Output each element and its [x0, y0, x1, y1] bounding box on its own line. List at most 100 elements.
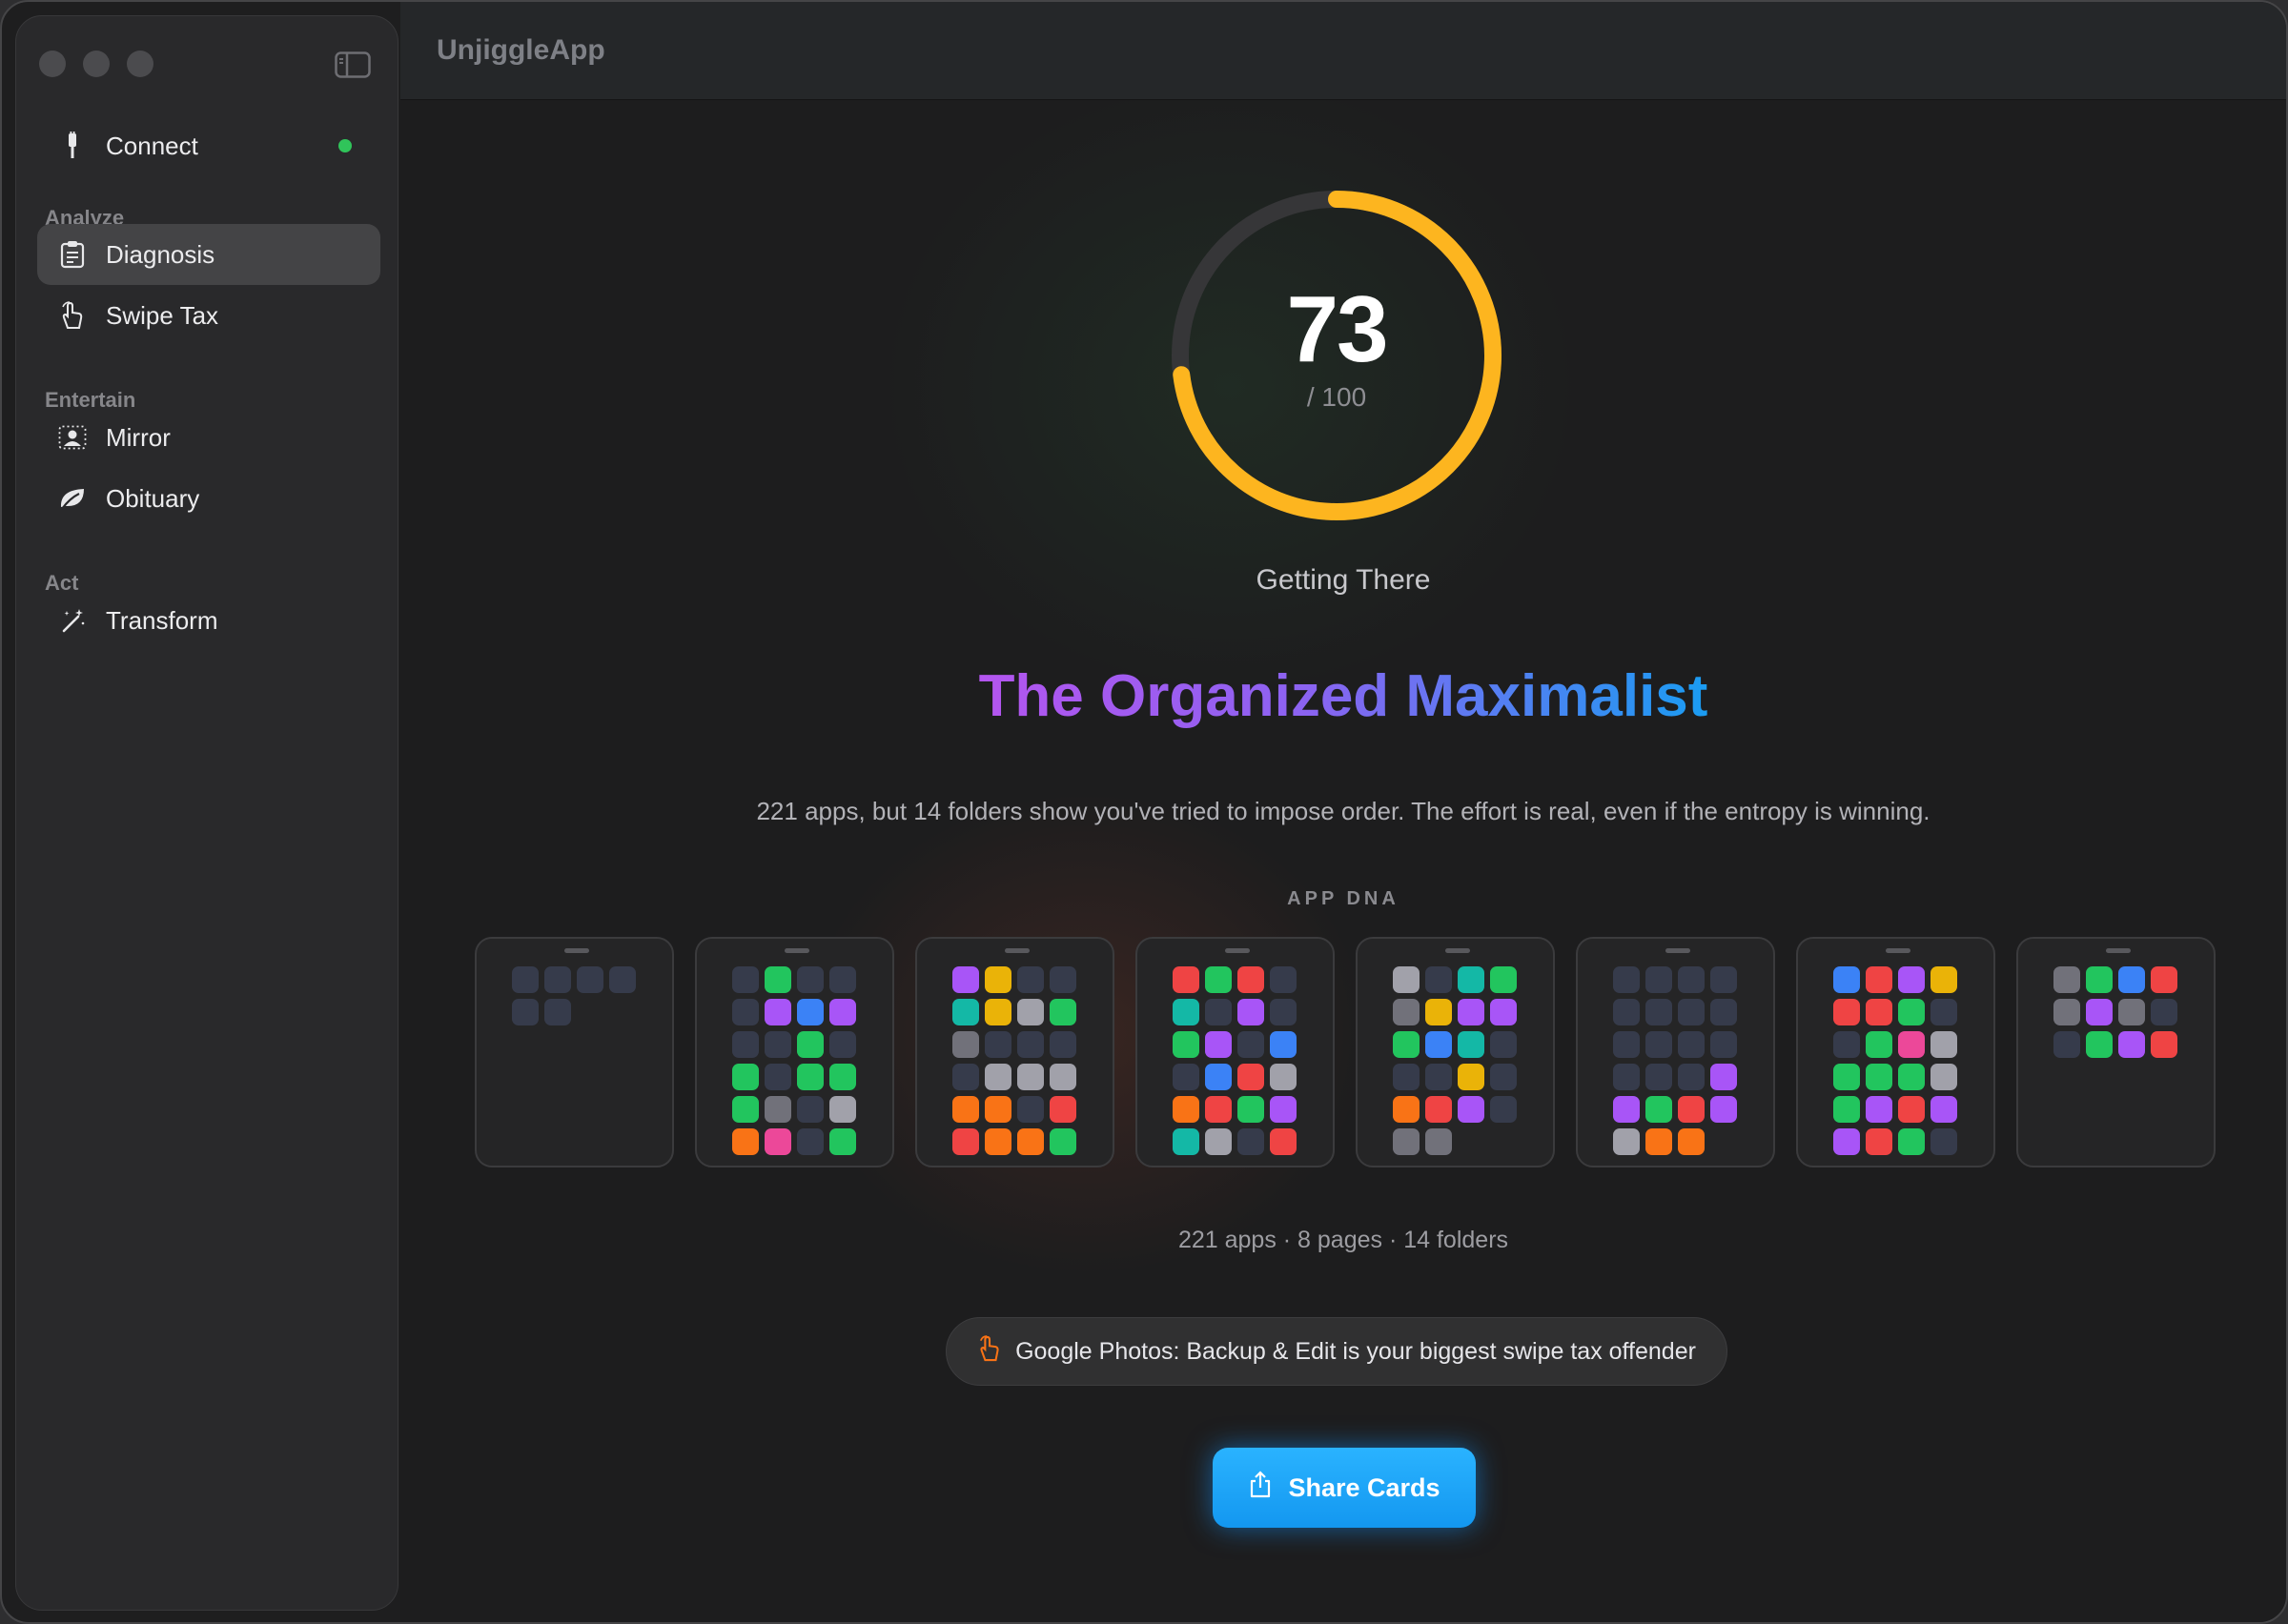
persona-title-text: The Organized Maximalist [978, 663, 1708, 729]
app-icon-tile [1425, 1096, 1452, 1123]
app-icon-tile [732, 999, 759, 1025]
app-icon-tile [1237, 999, 1264, 1025]
app-icon-tile [732, 966, 759, 993]
sidebar-item-connect[interactable]: Connect [37, 115, 380, 176]
app-icon-tile [1490, 1031, 1517, 1058]
dna-page-thumbnail[interactable] [1135, 937, 1335, 1167]
app-icon-tile [797, 1096, 824, 1123]
diagnosis-view: 73 / 100 Getting There The Organized Max… [400, 100, 2286, 1622]
app-icon-tile [1898, 966, 1925, 993]
sidebar-item-transform[interactable]: Transform [37, 590, 380, 651]
minimize-window-button[interactable] [83, 51, 110, 77]
app-icon-tile [1898, 999, 1925, 1025]
app-icon-tile [732, 1031, 759, 1058]
app-icon-tile [1173, 1096, 1199, 1123]
app-icon-tile [1270, 1128, 1297, 1155]
app-icon-tile [1458, 1031, 1484, 1058]
app-icon-grid [1833, 966, 1957, 1155]
close-window-button[interactable] [39, 51, 66, 77]
app-icon-tile [2086, 966, 2113, 993]
dna-page-thumbnail[interactable] [915, 937, 1114, 1167]
sidebar-item-obituary[interactable]: Obituary [37, 468, 380, 529]
app-icon-tile [1678, 999, 1705, 1025]
score-value: 73 [1286, 276, 1388, 381]
dna-page-thumbnail[interactable] [2016, 937, 2216, 1167]
dna-page-thumbnail[interactable] [1796, 937, 1995, 1167]
app-icon-tile [952, 966, 979, 993]
sidebar-item-mirror[interactable]: Mirror [37, 407, 380, 468]
app-icon-tile [1645, 1064, 1672, 1090]
app-icon-tile [765, 1128, 791, 1155]
dna-page-thumbnail[interactable] [695, 937, 894, 1167]
app-icon-tile [1050, 999, 1076, 1025]
dna-page-thumbnail[interactable] [475, 937, 674, 1167]
app-icon-grid [512, 966, 636, 1025]
app-icon-tile [1205, 1031, 1232, 1058]
app-icon-grid [1173, 966, 1297, 1155]
app-icon-tile [1645, 1031, 1672, 1058]
dna-page-thumbnail[interactable] [1576, 937, 1775, 1167]
dna-page-thumbnail[interactable] [1356, 937, 1555, 1167]
app-icon-tile [1237, 1064, 1264, 1090]
app-icon-tile [1833, 1064, 1860, 1090]
zoom-window-button[interactable] [127, 51, 153, 77]
app-icon-tile [797, 966, 824, 993]
app-icon-tile [1613, 1031, 1640, 1058]
app-icon-tile [1710, 1096, 1737, 1123]
app-icon-tile [2151, 1031, 2177, 1058]
sidebar-item-label: Diagnosis [106, 239, 215, 269]
app-icon-tile [732, 1128, 759, 1155]
share-cards-button[interactable]: Share Cards [1213, 1448, 1476, 1528]
app-icon-tile [2151, 999, 2177, 1025]
app-icon-grid [1613, 966, 1737, 1155]
sidebar-item-diagnosis[interactable]: Diagnosis [37, 224, 380, 285]
app-icon-tile [1017, 1096, 1044, 1123]
app-icon-tile [1458, 999, 1484, 1025]
app-icon-tile [1173, 1128, 1199, 1155]
app-icon-tile [1017, 966, 1044, 993]
app-icon-tile [1458, 966, 1484, 993]
app-icon-tile [1393, 966, 1420, 993]
app-icon-tile [2118, 999, 2145, 1025]
app-icon-tile [1425, 1064, 1452, 1090]
share-icon [1248, 1470, 1273, 1506]
sidebar-toggle-icon[interactable] [335, 51, 371, 78]
app-icon-tile [1270, 999, 1297, 1025]
app-icon-tile [544, 966, 571, 993]
page-notch [1445, 948, 1470, 953]
app-icon-tile [1833, 999, 1860, 1025]
app-icon-tile [1866, 1096, 1892, 1123]
app-icon-tile [1490, 999, 1517, 1025]
score-max: / 100 [1306, 382, 1367, 412]
app-icon-tile [1898, 1031, 1925, 1058]
window-controls [39, 51, 153, 77]
app-icon-tile [1833, 1031, 1860, 1058]
app-icon-tile [1613, 1096, 1640, 1123]
app-icon-tile [2053, 999, 2080, 1025]
hand-swipe-icon [977, 1334, 1002, 1370]
app-icon-tile [952, 1064, 979, 1090]
app-icon-tile [985, 966, 1011, 993]
library-stats: 221 apps · 8 pages · 14 folders [1177, 1227, 1509, 1253]
app-icon-tile [797, 1064, 824, 1090]
app-icon-tile [732, 1064, 759, 1090]
app-icon-tile [829, 1031, 856, 1058]
app-icon-tile [1833, 1128, 1860, 1155]
app-icon-tile [985, 1128, 1011, 1155]
app-icon-tile [1458, 1064, 1484, 1090]
app-icon-tile [765, 1031, 791, 1058]
page-notch [564, 948, 589, 953]
app-icon-tile [765, 1096, 791, 1123]
app-icon-tile [1678, 1128, 1705, 1155]
app-icon-tile [1205, 966, 1232, 993]
app-icon-tile [1930, 966, 1957, 993]
app-icon-tile [952, 999, 979, 1025]
app-icon-tile [1613, 966, 1640, 993]
app-icon-tile [1930, 1128, 1957, 1155]
swipe-tax-offender-banner[interactable]: Google Photos: Backup & Edit is your big… [946, 1317, 1727, 1386]
leaf-icon [56, 482, 89, 515]
app-icon-tile [1050, 1128, 1076, 1155]
sidebar-item-swipe-tax[interactable]: Swipe Tax [37, 285, 380, 346]
app-icon-tile [1173, 1031, 1199, 1058]
sidebar-item-label: Transform [106, 605, 218, 635]
